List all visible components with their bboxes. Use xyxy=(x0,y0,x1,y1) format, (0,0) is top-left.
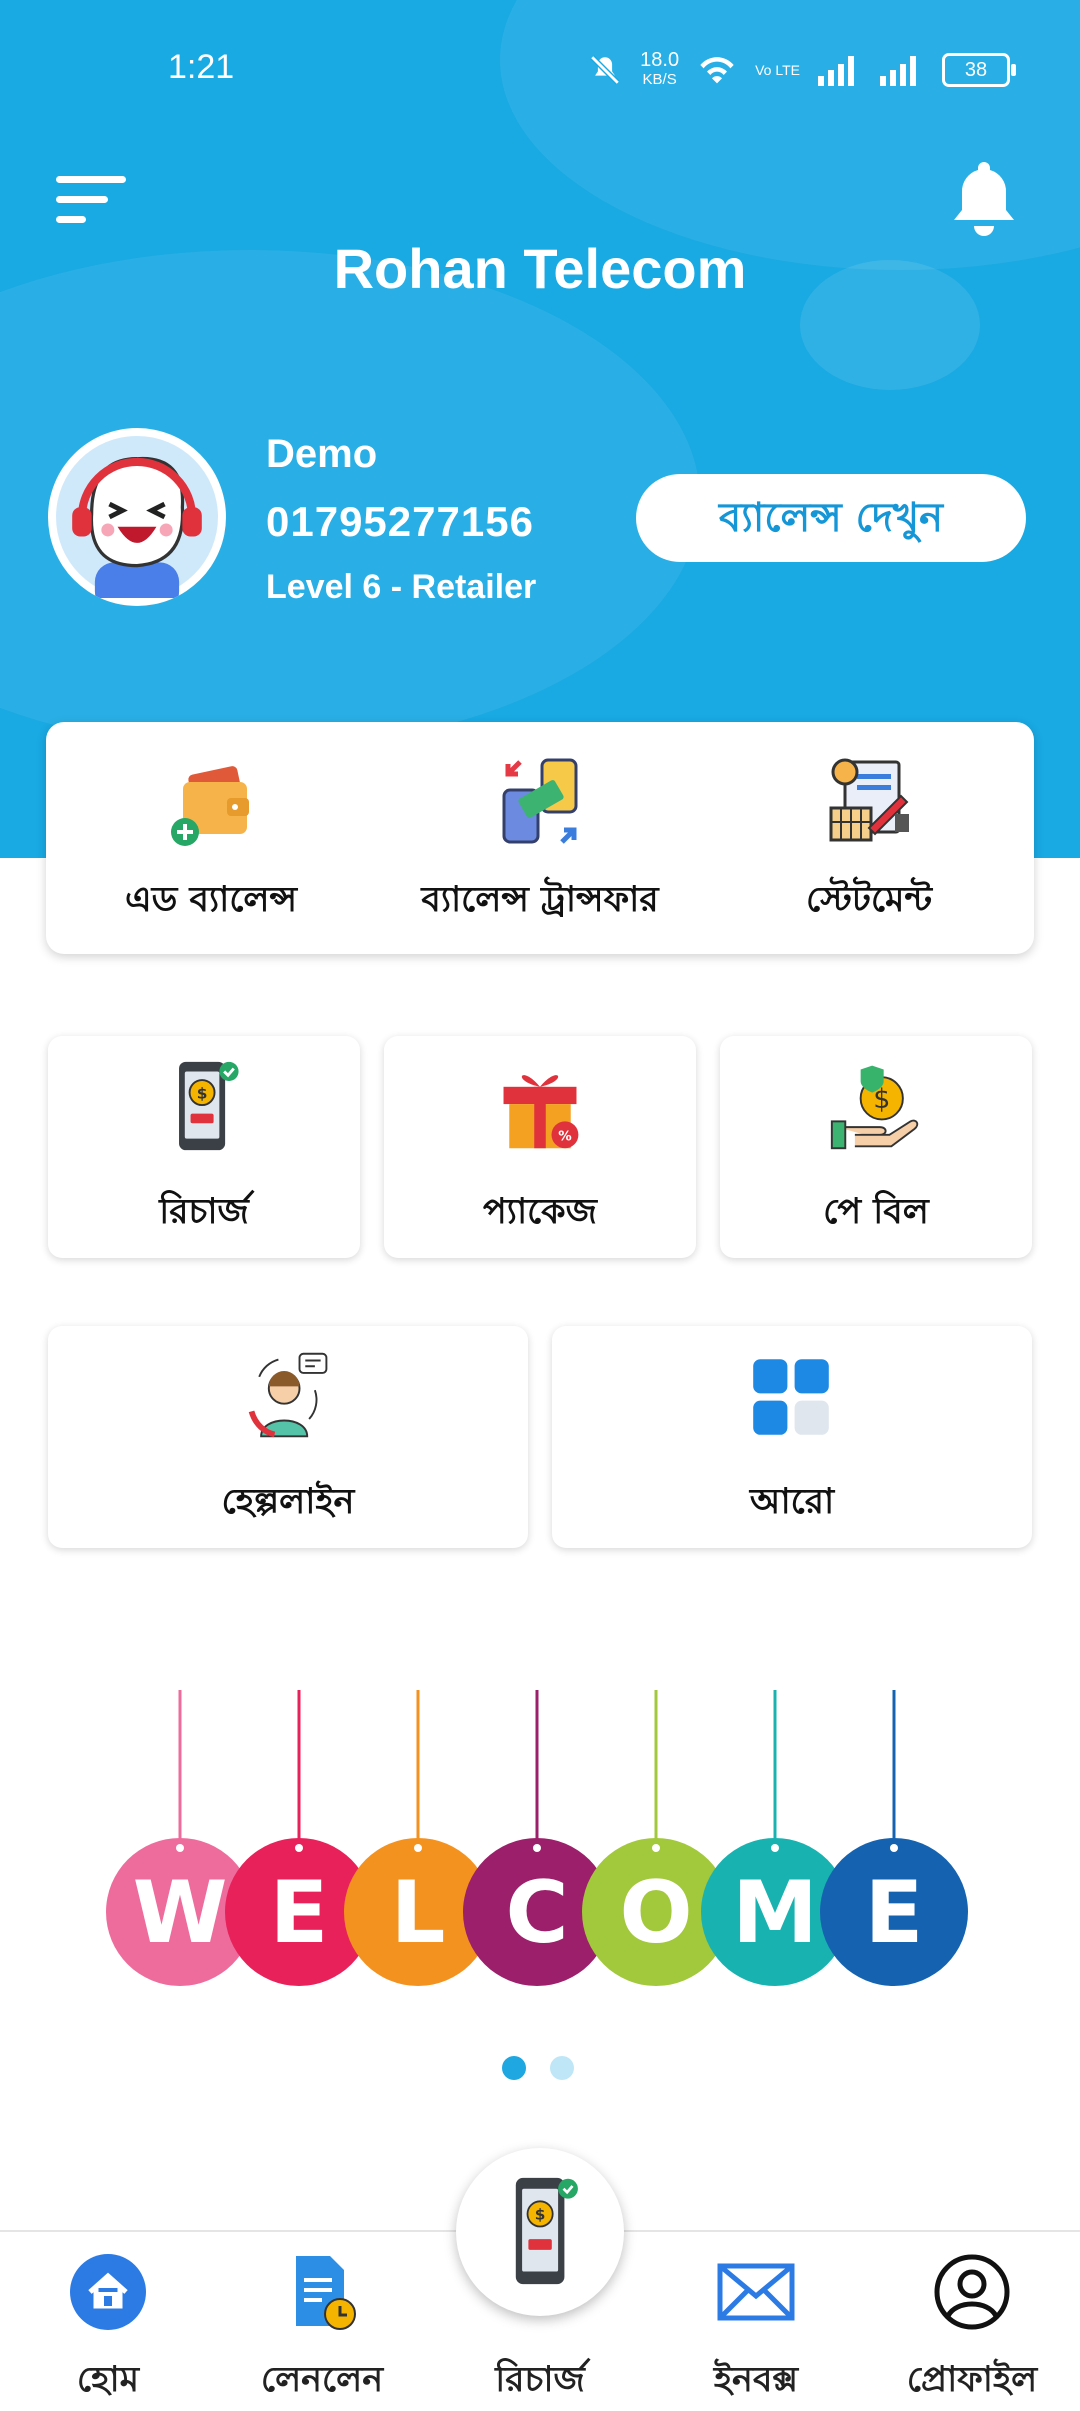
service-tile-pay-bill[interactable]: $ পে বিল xyxy=(720,1036,1032,1258)
banner-letter: W xyxy=(133,1863,228,1963)
nav-transactions[interactable]: লেনলেন xyxy=(232,2252,412,2402)
banner-pagination xyxy=(502,2056,582,2082)
wallet-add-icon xyxy=(171,766,249,846)
menu-icon[interactable] xyxy=(56,172,128,228)
user-level: Level 6 - Retailer xyxy=(266,568,537,606)
nav-label: ইনবক্স xyxy=(713,2360,799,2400)
volte-label: Vo LTE xyxy=(755,61,800,78)
recharge-fab-button[interactable]: $ xyxy=(456,2148,624,2316)
welcome-banner: WELCOME xyxy=(106,1690,968,1986)
transactions-icon xyxy=(296,2256,356,2330)
notification-bell-icon[interactable] xyxy=(948,158,1020,242)
svg-text:%: % xyxy=(558,1130,572,1145)
transfer-icon xyxy=(502,758,578,844)
svg-text:$: $ xyxy=(535,2205,546,2223)
quick-action-label: স্টেটমেন্ট xyxy=(805,880,933,920)
status-time: 1:21 xyxy=(168,48,235,86)
pay-bill-icon: $ xyxy=(830,1065,919,1150)
signal-icon-1 xyxy=(818,56,854,86)
avatar-cartoon-icon xyxy=(56,436,218,598)
check-balance-button[interactable]: ব্যালেন্স দেখুন xyxy=(636,474,1026,562)
banner-letter: O xyxy=(619,1863,692,1963)
nav-label: প্রোফাইল xyxy=(906,2360,1038,2400)
quick-action-label: ব্যালেন্স ট্রান্সফার xyxy=(421,880,659,920)
gift-package-icon: % xyxy=(503,1075,579,1149)
status-icons: 18.0 KB/S Vo LTE 38 xyxy=(588,50,1016,90)
mute-icon xyxy=(590,55,620,85)
nav-label: লেনলেন xyxy=(260,2360,384,2400)
banner-letter: M xyxy=(732,1863,818,1963)
pagination-dot[interactable] xyxy=(550,2056,574,2080)
nav-inbox[interactable]: ইনবক্স xyxy=(666,2252,846,2402)
grid-more-icon xyxy=(753,1359,829,1435)
pagination-dot-active[interactable] xyxy=(502,2056,526,2080)
banner-hole xyxy=(176,1844,184,1852)
banner-letter: E xyxy=(270,1863,329,1963)
service-tile-package[interactable]: % প্যাকেজ xyxy=(384,1036,696,1258)
nav-label: হোম xyxy=(76,2360,140,2400)
quick-action-balance-transfer[interactable]: ব্যালেন্স ট্রান্সফার xyxy=(375,722,705,954)
nav-label: রিচার্জ xyxy=(495,2360,585,2400)
service-tile-helpline[interactable]: হেল্পলাইন xyxy=(48,1326,528,1548)
service-tile-recharge[interactable]: $ রিচার্জ xyxy=(48,1036,360,1258)
banner-hole xyxy=(652,1844,660,1852)
service-label: রিচার্জ xyxy=(159,1192,249,1232)
status-bar: 1:21 18.0 KB/S Vo LTE 38 xyxy=(0,0,1080,140)
helpline-icon xyxy=(248,1352,328,1438)
banner-hole xyxy=(533,1844,541,1852)
signal-icon-2 xyxy=(880,56,916,86)
quick-action-add-balance[interactable]: এড ব্যালেন্স xyxy=(46,722,376,954)
service-label: হেল্পলাইন xyxy=(221,1482,355,1522)
service-tile-more[interactable]: আরো xyxy=(552,1326,1032,1548)
quick-action-statement[interactable]: স্টেটমেন্ট xyxy=(704,722,1034,954)
recharge-phone-icon: $ xyxy=(179,1061,239,1151)
banner-hole xyxy=(295,1844,303,1852)
banner-letter: L xyxy=(391,1863,446,1963)
app-title: Rohan Telecom xyxy=(333,237,747,300)
service-label: পে বিল xyxy=(823,1192,929,1232)
mail-icon xyxy=(717,2263,795,2321)
battery-indicator: 38 xyxy=(942,53,1016,87)
net-speed-unit: KB/S xyxy=(642,71,677,88)
banner-hole xyxy=(414,1844,422,1852)
user-name: Demo xyxy=(266,432,378,476)
quick-action-label: এড ব্যালেন্স xyxy=(124,880,298,920)
banner-hole xyxy=(771,1844,779,1852)
user-phone: 01795277156 xyxy=(266,498,534,545)
quick-actions-card: এড ব্যালেন্স ব্যালেন্স ট্রান্সফার স্টেটম… xyxy=(46,722,1034,954)
net-speed-value: 18.0 xyxy=(640,49,680,71)
wifi-icon xyxy=(700,57,734,84)
net-speed: 18.0 KB/S xyxy=(640,50,679,90)
nav-home[interactable]: হোম xyxy=(18,2252,198,2402)
service-label: প্যাকেজ xyxy=(483,1192,597,1232)
banner-letter: C xyxy=(505,1863,568,1963)
banner-hole xyxy=(890,1844,898,1852)
banner-letter: E xyxy=(865,1863,924,1963)
statement-icon xyxy=(829,758,909,842)
nav-profile[interactable]: প্রোফাইল xyxy=(882,2252,1062,2402)
svg-text:$: $ xyxy=(197,1084,208,1102)
service-label: আরো xyxy=(749,1482,835,1522)
home-icon xyxy=(70,2254,146,2330)
avatar[interactable] xyxy=(48,428,226,606)
recharge-phone-icon: $ xyxy=(515,2177,578,2285)
user-icon xyxy=(934,2254,1010,2330)
